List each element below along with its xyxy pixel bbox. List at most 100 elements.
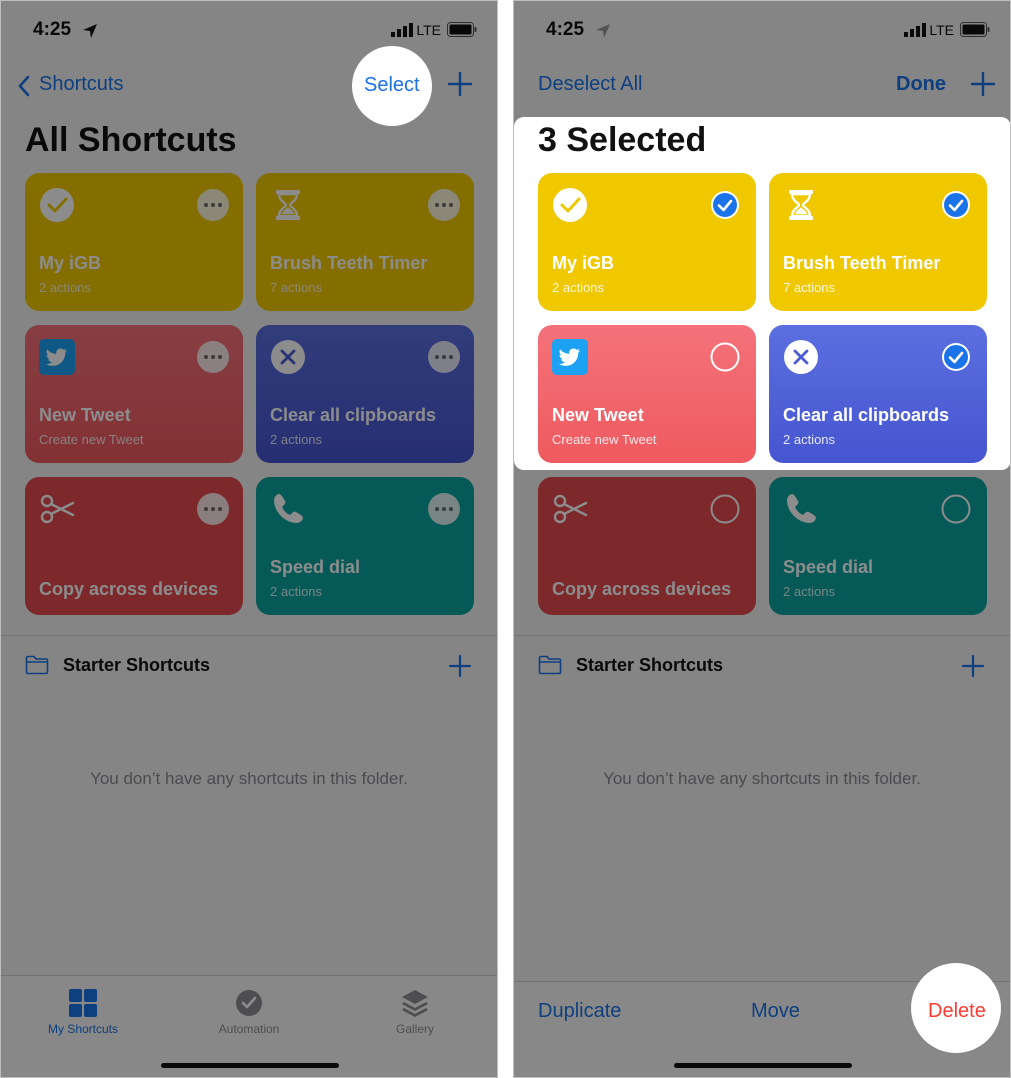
folder-header: Starter Shortcuts [514,653,1010,679]
shortcut-subtitle: 2 actions [552,280,605,295]
status-bar: 4:25 LTE [1,19,497,45]
shortcut-subtitle: 2 actions [270,584,323,599]
shortcut-name: Copy across devices [552,579,732,599]
home-indicator [161,1063,339,1068]
shortcut-card-speed-dial[interactable]: Speed dial 2 actions [769,477,987,615]
shortcut-name: New Tweet [552,405,644,425]
shortcut-card-copy-across-devices[interactable]: Copy across devices [25,477,243,615]
navigation-bar: Deselect All Done [514,67,1010,107]
shortcut-card-brush-teeth-timer[interactable]: Brush Teeth Timer 7 actions [256,173,474,311]
shortcut-card-my-igb[interactable]: My iGB 2 actions [25,173,243,311]
twitter-icon [552,339,588,375]
select-button[interactable]: Select [364,74,420,97]
shortcut-name: New Tweet [39,405,131,425]
grid-icon [69,989,97,1017]
add-shortcut-button[interactable] [447,71,473,97]
shortcut-name: Copy across devices [39,579,219,599]
tab-automation[interactable]: Automation [189,988,309,1036]
x-circle-icon [784,340,818,374]
deselect-all-button[interactable]: Deselect All [538,73,643,96]
shortcut-name: Clear all clipboards [270,405,437,425]
tab-bar: My Shortcuts Automation Gallery [1,975,497,1077]
shortcut-card-clear-all-clipboards[interactable]: Clear all clipboards 2 actions [256,325,474,463]
folder-icon [538,655,562,675]
add-to-folder-button[interactable] [447,653,473,679]
shortcut-card-copy-across-devices[interactable]: Copy across devices [538,477,756,615]
add-to-folder-button[interactable] [960,653,986,679]
checkmark-icon [40,188,74,222]
battery-icon [960,22,990,37]
layers-icon [402,990,428,1017]
folder-icon [25,655,49,675]
shortcut-subtitle: 2 actions [270,432,323,447]
status-bar: 4:25 LTE [514,19,1010,45]
done-button[interactable]: Done [896,73,946,96]
page-title: All Shortcuts [25,121,237,159]
network-type: LTE [416,22,441,38]
location-arrow-icon [83,24,97,38]
tab-my-shortcuts[interactable]: My Shortcuts [23,988,143,1036]
more-options-button[interactable] [197,189,229,221]
scissors-icon [553,494,588,524]
more-options-button[interactable] [197,493,229,525]
tab-gallery[interactable]: Gallery [355,988,475,1036]
hourglass-icon [276,190,300,220]
shortcut-card-new-tweet[interactable]: New Tweet Create new Tweet [538,325,756,463]
shortcut-name: My iGB [552,253,615,273]
unselected-circle-icon[interactable] [941,494,971,524]
cellular-signal-icon [904,23,926,37]
folder-title: Starter Shortcuts [576,655,724,675]
cellular-signal-icon [391,23,413,37]
phone-screen-select-mode-off: 4:25 LTE Shortcuts All Shortcuts My iGB … [0,0,498,1078]
selection-highlight-panel: 3 Selected My iGB 2 actions Brush Teeth … [514,117,1010,470]
home-indicator [674,1063,852,1068]
back-chevron-icon[interactable] [17,75,31,97]
phone-screen-select-mode-on: 4:25 LTE Deselect All Done Copy across d… [513,0,1011,1078]
location-arrow-icon [596,24,610,38]
more-options-button[interactable] [428,341,460,373]
section-divider [1,635,497,636]
shortcut-subtitle: 2 actions [783,432,836,447]
hourglass-icon [789,190,813,220]
empty-folder-message: You don’t have any shortcuts in this fol… [90,769,408,788]
tab-label: Gallery [395,1022,434,1036]
shortcut-name: My iGB [39,253,102,273]
shortcut-card-brush-teeth-timer[interactable]: Brush Teeth Timer 7 actions [769,173,987,311]
more-options-button[interactable] [197,341,229,373]
clock-check-icon [236,990,262,1016]
status-time: 4:25 [33,19,72,40]
add-shortcut-button[interactable] [970,71,996,97]
selected-checkmark-icon[interactable] [941,190,971,220]
more-options-button[interactable] [428,189,460,221]
duplicate-button[interactable]: Duplicate [538,1000,621,1023]
shortcut-name: Speed dial [270,557,361,577]
selection-count-title: 3 Selected [538,121,707,159]
folder-header: Starter Shortcuts [1,653,497,679]
more-options-button[interactable] [428,493,460,525]
shortcut-card-clear-all-clipboards[interactable]: Clear all clipboards 2 actions [769,325,987,463]
shortcut-name: Clear all clipboards [783,405,950,425]
shortcut-subtitle: 7 actions [783,280,836,295]
delete-button[interactable]: Delete [928,1000,986,1023]
unselected-circle-icon[interactable] [710,494,740,524]
phone-icon [274,494,303,523]
status-time: 4:25 [546,19,585,40]
empty-folder-message: You don’t have any shortcuts in this fol… [603,769,921,788]
selected-checkmark-icon[interactable] [710,190,740,220]
selected-checkmark-icon[interactable] [941,342,971,372]
shortcut-subtitle: 2 actions [39,280,92,295]
move-button[interactable]: Move [751,1000,800,1023]
shortcut-subtitle: Create new Tweet [552,432,657,447]
scissors-icon [40,494,75,524]
back-button[interactable]: Shortcuts [39,73,123,96]
shortcut-card-my-igb[interactable]: My iGB 2 actions [538,173,756,311]
x-circle-icon [271,340,305,374]
shortcut-subtitle: 7 actions [270,280,323,295]
shortcut-card-new-tweet[interactable]: New Tweet Create new Tweet [25,325,243,463]
network-type: LTE [929,22,954,38]
twitter-icon [39,339,75,375]
shortcut-card-speed-dial[interactable]: Speed dial 2 actions [256,477,474,615]
phone-icon [787,494,816,523]
section-divider [514,635,1010,636]
unselected-circle-icon[interactable] [710,342,740,372]
